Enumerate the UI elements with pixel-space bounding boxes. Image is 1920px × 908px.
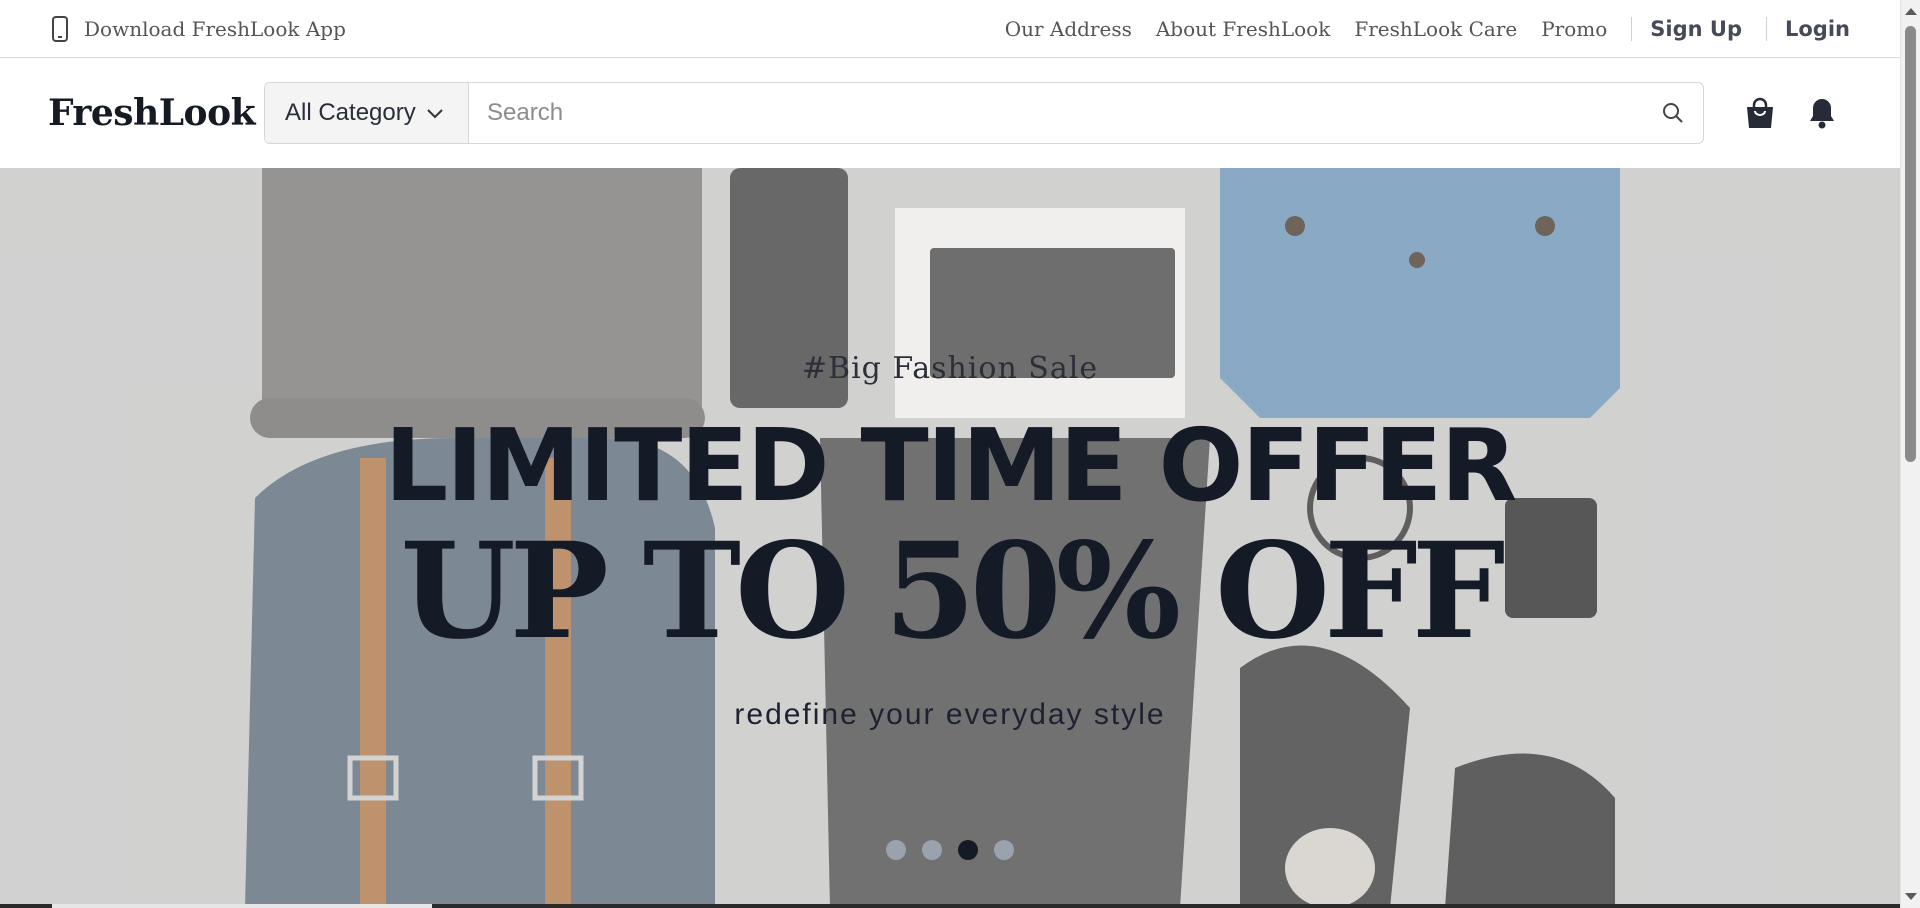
chevron-down-icon (427, 109, 443, 119)
hero-tagline: redefine your everyday style (734, 698, 1166, 731)
carousel-dots (0, 840, 1900, 860)
top-nav: Our Address About FreshLook FreshLook Ca… (981, 16, 1850, 41)
bell-icon[interactable] (1806, 96, 1838, 130)
search-input[interactable] (469, 83, 1643, 143)
nav-our-address[interactable]: Our Address (1005, 17, 1132, 41)
carousel-progress-fill (52, 904, 432, 908)
login-link[interactable]: Login (1785, 17, 1850, 41)
hero-banner[interactable]: #Big Fashion Sale LIMITED TIME OFFER UP … (0, 168, 1900, 908)
hero-headline: LIMITED TIME OFFER (384, 407, 1518, 524)
search-icon (1663, 103, 1683, 123)
download-app-label: Download FreshLook App (84, 16, 346, 41)
top-utility-bar: Download FreshLook App Our Address About… (0, 0, 1900, 58)
divider (1631, 16, 1633, 41)
page-scrollbar[interactable] (1900, 0, 1920, 908)
carousel-dot[interactable] (994, 840, 1014, 860)
category-label: All Category (285, 99, 416, 126)
signup-link[interactable]: Sign Up (1650, 17, 1742, 41)
carousel-dot-active[interactable] (958, 840, 978, 860)
hero-subheadline: UP TO 50% OFF (400, 514, 1506, 669)
shopping-bag-icon[interactable] (1744, 96, 1776, 130)
logo[interactable]: FreshLook (48, 92, 256, 134)
search-bar: All Category (264, 82, 1704, 144)
scroll-down-icon[interactable] (1905, 893, 1917, 900)
scroll-up-icon[interactable] (1905, 8, 1917, 15)
mobile-phone-icon (52, 15, 68, 42)
hero-tag: #Big Fashion Sale (801, 351, 1099, 386)
nav-about[interactable]: About FreshLook (1156, 17, 1330, 41)
category-dropdown[interactable]: All Category (265, 83, 469, 143)
divider (1766, 16, 1767, 41)
scrollbar-thumb[interactable] (1905, 26, 1916, 462)
search-button[interactable] (1643, 83, 1703, 143)
nav-care[interactable]: FreshLook Care (1354, 17, 1517, 41)
download-app-link[interactable]: Download FreshLook App (50, 15, 346, 42)
hero-content: #Big Fashion Sale LIMITED TIME OFFER UP … (0, 168, 1900, 908)
carousel-progress-bar (0, 904, 1900, 908)
carousel-dot[interactable] (886, 840, 906, 860)
main-header: FreshLook All Category (0, 58, 1900, 168)
header-actions (1744, 96, 1838, 130)
carousel-dot[interactable] (922, 840, 942, 860)
nav-promo[interactable]: Promo (1541, 17, 1607, 41)
